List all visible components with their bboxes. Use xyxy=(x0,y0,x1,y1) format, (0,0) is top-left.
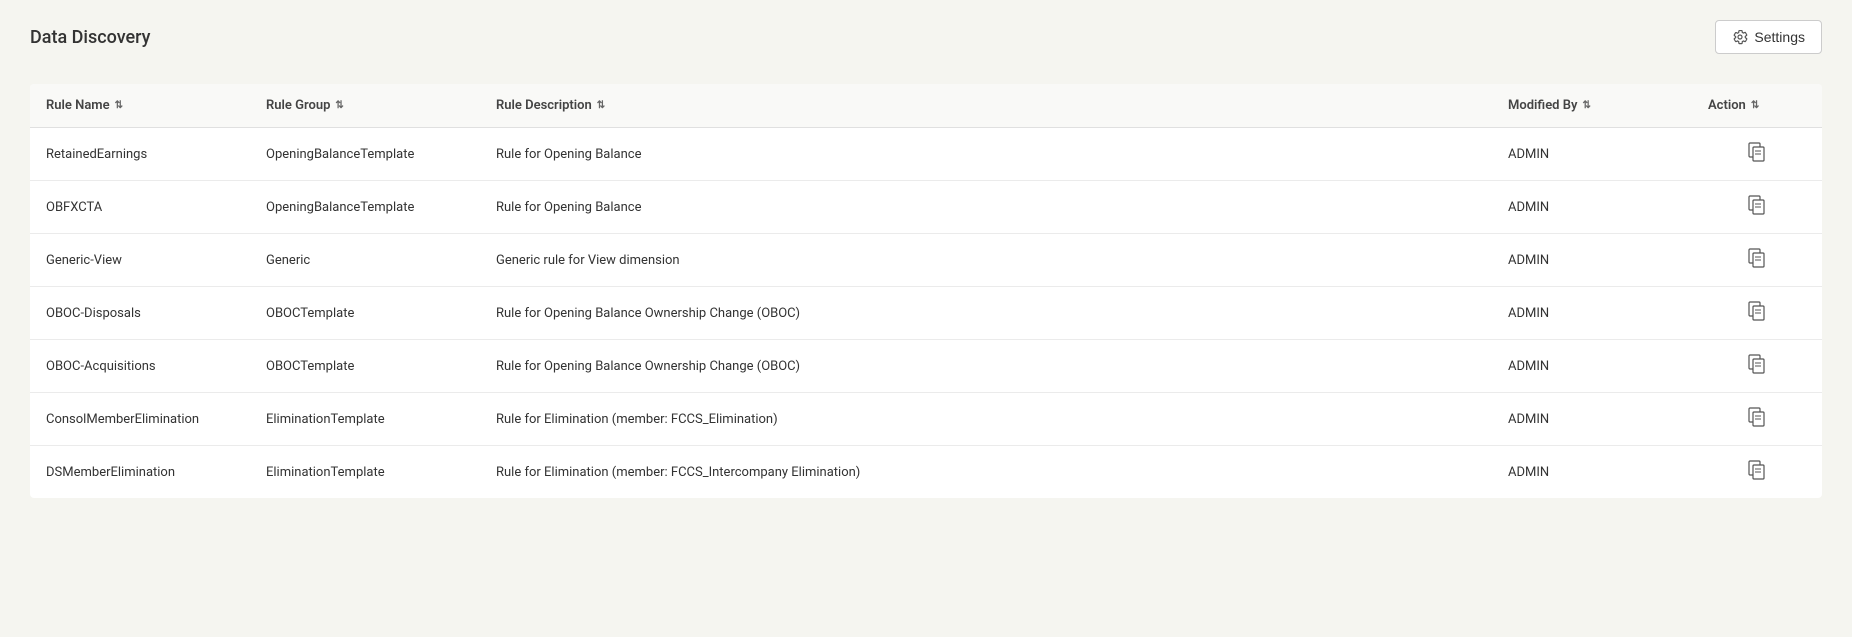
cell-rule-description: Generic rule for View dimension xyxy=(480,234,1492,287)
data-table-container: Rule Name ⇅ Rule Group ⇅ Rule Descriptio… xyxy=(30,84,1822,498)
cell-modified-by: ADMIN xyxy=(1492,128,1692,181)
cell-action xyxy=(1692,340,1822,393)
table-header-row: Rule Name ⇅ Rule Group ⇅ Rule Descriptio… xyxy=(30,84,1822,128)
cell-rule-group: OpeningBalanceTemplate xyxy=(250,128,480,181)
copy-rule-icon[interactable] xyxy=(1748,195,1766,215)
sort-icon-rule-description[interactable]: ⇅ xyxy=(597,100,605,111)
copy-rule-icon[interactable] xyxy=(1748,460,1766,480)
cell-rule-name: ConsolMemberElimination xyxy=(30,393,250,446)
table-row: OBOC-Acquisitions OBOCTemplate Rule for … xyxy=(30,340,1822,393)
cell-action xyxy=(1692,128,1822,181)
cell-modified-by: ADMIN xyxy=(1492,181,1692,234)
copy-rule-icon[interactable] xyxy=(1748,407,1766,427)
cell-rule-description: Rule for Elimination (member: FCCS_Elimi… xyxy=(480,393,1492,446)
cell-rule-description: Rule for Opening Balance Ownership Chang… xyxy=(480,287,1492,340)
cell-action xyxy=(1692,287,1822,340)
copy-rule-icon[interactable] xyxy=(1748,301,1766,321)
cell-modified-by: ADMIN xyxy=(1492,234,1692,287)
copy-rule-icon[interactable] xyxy=(1748,248,1766,268)
cell-action xyxy=(1692,181,1822,234)
table-row: OBFXCTA OpeningBalanceTemplate Rule for … xyxy=(30,181,1822,234)
table-row: DSMemberElimination EliminationTemplate … xyxy=(30,446,1822,499)
cell-rule-group: EliminationTemplate xyxy=(250,393,480,446)
cell-rule-group: OBOCTemplate xyxy=(250,287,480,340)
cell-rule-group: EliminationTemplate xyxy=(250,446,480,499)
copy-rule-icon[interactable] xyxy=(1748,142,1766,162)
settings-button[interactable]: Settings xyxy=(1715,20,1822,54)
cell-rule-name: OBFXCTA xyxy=(30,181,250,234)
table-row: Generic-View Generic Generic rule for Vi… xyxy=(30,234,1822,287)
cell-rule-description: Rule for Elimination (member: FCCS_Inter… xyxy=(480,446,1492,499)
sort-icon-modified-by[interactable]: ⇅ xyxy=(1582,100,1590,111)
data-table: Rule Name ⇅ Rule Group ⇅ Rule Descriptio… xyxy=(30,84,1822,498)
cell-modified-by: ADMIN xyxy=(1492,287,1692,340)
cell-action xyxy=(1692,446,1822,499)
col-header-action: Action ⇅ xyxy=(1692,84,1822,128)
cell-rule-name: Generic-View xyxy=(30,234,250,287)
cell-modified-by: ADMIN xyxy=(1492,393,1692,446)
cell-rule-group: OBOCTemplate xyxy=(250,340,480,393)
cell-rule-group: OpeningBalanceTemplate xyxy=(250,181,480,234)
copy-rule-icon[interactable] xyxy=(1748,354,1766,374)
table-row: RetainedEarnings OpeningBalanceTemplate … xyxy=(30,128,1822,181)
gear-icon xyxy=(1732,29,1748,45)
col-header-rule-description: Rule Description ⇅ xyxy=(480,84,1492,128)
cell-rule-name: RetainedEarnings xyxy=(30,128,250,181)
cell-rule-group: Generic xyxy=(250,234,480,287)
cell-rule-description: Rule for Opening Balance xyxy=(480,128,1492,181)
cell-rule-description: Rule for Opening Balance Ownership Chang… xyxy=(480,340,1492,393)
cell-action xyxy=(1692,393,1822,446)
table-row: OBOC-Disposals OBOCTemplate Rule for Ope… xyxy=(30,287,1822,340)
page-header: Data Discovery Settings xyxy=(30,20,1822,54)
cell-modified-by: ADMIN xyxy=(1492,446,1692,499)
table-row: ConsolMemberElimination EliminationTempl… xyxy=(30,393,1822,446)
cell-rule-name: OBOC-Acquisitions xyxy=(30,340,250,393)
col-header-modified-by: Modified By ⇅ xyxy=(1492,84,1692,128)
cell-rule-name: OBOC-Disposals xyxy=(30,287,250,340)
page-title: Data Discovery xyxy=(30,27,151,48)
cell-modified-by: ADMIN xyxy=(1492,340,1692,393)
sort-icon-rule-group[interactable]: ⇅ xyxy=(335,100,343,111)
cell-rule-name: DSMemberElimination xyxy=(30,446,250,499)
cell-rule-description: Rule for Opening Balance xyxy=(480,181,1492,234)
settings-button-label: Settings xyxy=(1754,29,1805,45)
col-header-rule-group: Rule Group ⇅ xyxy=(250,84,480,128)
col-header-rule-name: Rule Name ⇅ xyxy=(30,84,250,128)
cell-action xyxy=(1692,234,1822,287)
page-container: Data Discovery Settings Rule Name ⇅ xyxy=(0,0,1852,637)
sort-icon-action[interactable]: ⇅ xyxy=(1751,100,1759,111)
sort-icon-rule-name[interactable]: ⇅ xyxy=(115,100,123,111)
